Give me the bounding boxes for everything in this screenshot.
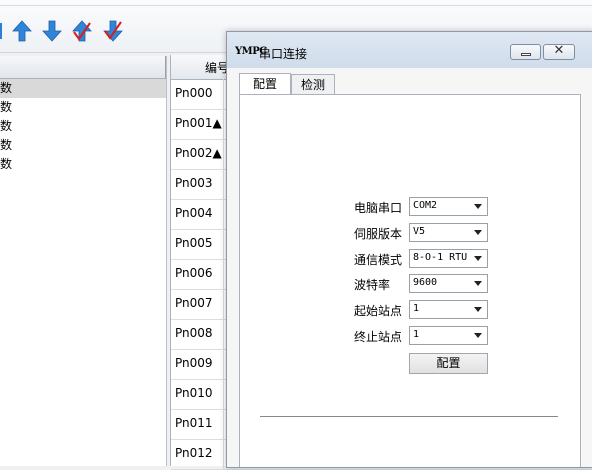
chevron-down-icon [474,281,482,286]
left-tree-panel: 数 数 数 数 数 [0,56,167,466]
column-divider [223,319,224,349]
minimize-button[interactable] [510,44,541,60]
chevron-down-icon [474,307,482,312]
chevron-down-icon [474,230,482,235]
serial-connect-dialog: YMPC 串口连接 ✕ 配置 检测 电脑串口 COM2 伺服版本 V5 通信模式… [226,31,592,468]
field-label-pc-port: 电脑串口 [354,201,403,215]
left-item[interactable]: 数 [0,155,166,174]
left-item[interactable]: 数 [0,136,166,155]
comm-mode-select[interactable]: 8-O-1 RTU [409,249,488,268]
param-id-cell: Pn004 [175,206,213,220]
left-item[interactable]: 数 [0,117,166,136]
servo-version-select[interactable]: V5 [409,223,488,242]
start-station-select[interactable]: 1 [409,300,488,319]
baud-rate-select[interactable]: 9600 [409,274,488,293]
tab-detect[interactable]: 检测 [291,74,335,94]
toolbar-button-partial[interactable] [0,18,10,44]
separator-line [260,416,558,417]
param-id-cell: Pn003 [175,176,213,190]
param-id-cell: Pn007 [175,296,213,310]
column-divider [223,79,224,109]
column-divider [223,169,224,199]
check-down-icon [103,20,123,42]
dialog-title: 串口连接 [259,47,308,61]
configure-button[interactable]: 配置 [409,353,488,374]
left-item[interactable]: 数 [0,98,166,117]
tab-config[interactable]: 配置 [239,73,291,95]
arrow-up-icon [12,20,32,42]
column-divider [223,199,224,229]
servo-version-value: V5 [413,226,426,237]
arrow-down-icon [42,20,62,42]
param-id-cell: Pn006 [175,266,213,280]
param-id-cell: Pn010 [175,386,213,400]
param-id-cell: Pn002▲ [175,146,222,160]
check-up-icon [72,20,92,42]
field-label-comm-mode: 通信模式 [354,253,403,267]
column-divider [223,379,224,409]
minimize-icon [521,53,531,56]
pc-port-select[interactable]: COM2 [409,197,488,216]
move-down-button[interactable] [40,18,64,44]
dialog-titlebar[interactable]: YMPC 串口连接 ✕ [227,32,592,68]
config-tab-panel: 电脑串口 COM2 伺服版本 V5 通信模式 8-O-1 RTU 波特率 960… [239,94,581,467]
column-divider [223,229,224,259]
start-station-value: 1 [413,303,420,314]
pc-port-value: COM2 [413,200,438,211]
close-icon: ✕ [553,43,565,58]
field-label-baud-rate: 波特率 [354,278,391,292]
column-divider [223,259,224,289]
param-id-cell: Pn009 [175,356,213,370]
left-item[interactable]: 数 [0,79,166,98]
end-station-value: 1 [413,329,420,340]
param-id-cell: Pn001▲ [175,116,222,130]
chevron-down-icon [474,333,482,338]
column-divider [223,289,224,319]
column-divider [223,349,224,379]
field-label-servo-version: 伺服版本 [354,227,403,241]
check-up-button[interactable] [70,18,94,44]
column-divider [223,139,224,169]
param-id-cell: Pn005 [175,236,213,250]
chevron-down-icon [474,256,482,261]
param-id-cell: Pn011 [175,416,213,430]
param-id-cell: Pn000 [175,86,213,100]
column-divider [223,439,224,469]
chevron-down-icon [474,204,482,209]
column-divider [223,409,224,439]
partial-arrow-icon [0,23,2,39]
close-button[interactable]: ✕ [543,43,575,60]
field-label-end-station: 终止站点 [354,330,403,344]
param-id-cell: Pn012 [175,446,213,460]
end-station-select[interactable]: 1 [409,326,488,345]
param-id-cell: Pn008 [175,326,213,340]
comm-mode-value: 8-O-1 RTU [413,252,468,263]
check-down-button[interactable] [101,18,125,44]
move-up-button[interactable] [10,18,34,44]
left-panel-header [0,56,166,79]
baud-rate-value: 9600 [413,277,438,288]
field-label-start-station: 起始站点 [354,304,403,318]
column-divider [223,109,224,139]
toolbar-divider [0,5,592,6]
